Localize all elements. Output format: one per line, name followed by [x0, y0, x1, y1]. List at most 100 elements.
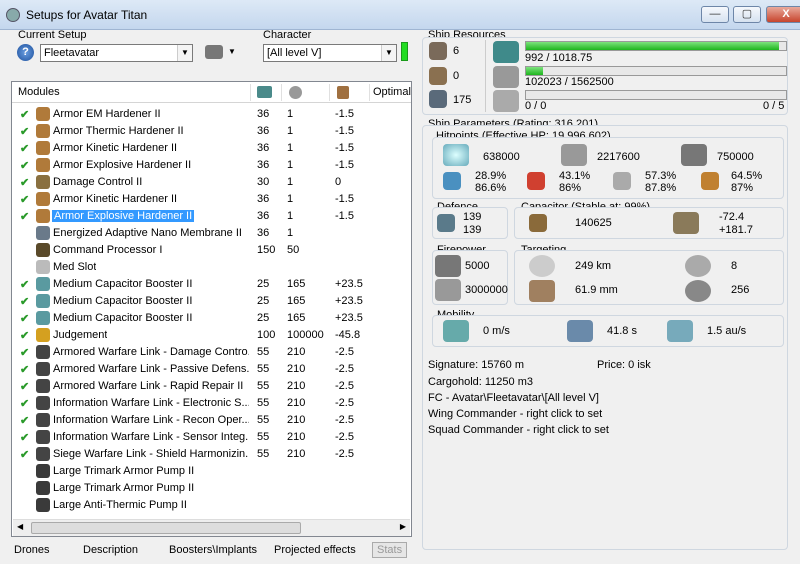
- module-row[interactable]: Command Processor I 150 50: [12, 242, 411, 259]
- module-row[interactable]: Large Trimark Armor Pump II: [12, 480, 411, 497]
- scrollbar-thumb[interactable]: [31, 522, 301, 534]
- tab-description[interactable]: Description: [83, 544, 138, 556]
- module-row[interactable]: Large Trimark Armor Pump II: [12, 463, 411, 480]
- active-check-icon[interactable]: ✔: [20, 448, 29, 461]
- module-powergrid: 1: [287, 125, 294, 137]
- fleet-commander-text[interactable]: FC - Avatar\Fleetavatar\[All level V]: [428, 392, 599, 404]
- tab-boosters-implants[interactable]: Boosters\Implants: [169, 544, 257, 556]
- active-check-icon[interactable]: ✔: [20, 414, 29, 427]
- module-row[interactable]: ✔ Armor Explosive Hardener II 36 1 -1.5: [12, 208, 411, 225]
- module-icon: [36, 158, 50, 172]
- module-row[interactable]: ✔ Information Warfare Link - Recon Oper..…: [12, 412, 411, 429]
- scan-resolution-icon: [685, 280, 711, 302]
- module-capacitor: -2.5: [335, 397, 354, 409]
- module-name: Siege Warfare Link - Shield Harmonizin..…: [53, 448, 249, 460]
- tab-projected-effects[interactable]: Projected effects: [274, 544, 356, 556]
- module-icon: [36, 260, 50, 274]
- module-row[interactable]: Energized Adaptive Nano Membrane II 36 1: [12, 225, 411, 242]
- module-powergrid: 1: [287, 142, 294, 154]
- wing-commander-text[interactable]: Wing Commander - right click to set: [428, 408, 602, 420]
- module-row[interactable]: Large Anti-Thermic Pump II: [12, 497, 411, 514]
- shield-icon: [443, 144, 469, 166]
- active-check-icon[interactable]: ✔: [20, 278, 29, 291]
- align-time-icon: [567, 320, 593, 342]
- module-cpu: 36: [257, 227, 270, 239]
- dropdown-arrow-icon[interactable]: ▼: [228, 47, 236, 56]
- active-check-icon[interactable]: ✔: [20, 380, 29, 393]
- active-check-icon[interactable]: ✔: [20, 312, 29, 325]
- optimal-column-header[interactable]: Optimal: [373, 86, 411, 98]
- horizontal-scrollbar[interactable]: ◀ ▶: [13, 519, 410, 536]
- module-row[interactable]: ✔ Armor Explosive Hardener II 36 1 -1.5: [12, 157, 411, 174]
- module-name: Armored Warfare Link - Damage Contro...: [53, 346, 249, 358]
- module-powergrid: 50: [287, 244, 300, 256]
- module-row[interactable]: ✔ Armor Thermic Hardener II 36 1 -1.5: [12, 123, 411, 140]
- scroll-left-icon[interactable]: ◀: [17, 522, 23, 531]
- module-cpu: 55: [257, 414, 270, 426]
- modules-column-header[interactable]: Modules: [18, 86, 60, 98]
- turret-dps-icon: [435, 255, 461, 277]
- module-name: Med Slot: [53, 261, 97, 273]
- drone-bar: [525, 90, 787, 100]
- maximize-button[interactable]: ▢: [733, 6, 761, 23]
- module-capacitor: -1.5: [335, 142, 354, 154]
- active-check-icon[interactable]: ✔: [20, 159, 29, 172]
- module-row[interactable]: ✔ Siege Warfare Link - Shield Harmonizin.…: [12, 446, 411, 463]
- current-setup-label: Current Setup: [18, 29, 87, 41]
- capacitor-column-icon[interactable]: [337, 86, 349, 99]
- cpu-column-icon[interactable]: [257, 86, 272, 98]
- module-powergrid: 210: [287, 431, 306, 443]
- active-check-icon[interactable]: ✔: [20, 108, 29, 121]
- module-row[interactable]: ✔ Medium Capacitor Booster II 25 165 +23.5: [12, 293, 411, 310]
- active-check-icon[interactable]: ✔: [20, 431, 29, 444]
- module-cpu: 36: [257, 108, 270, 120]
- help-icon[interactable]: ?: [17, 44, 34, 61]
- module-row[interactable]: ✔ Judgement 100 100000 -45.8: [12, 327, 411, 344]
- active-check-icon[interactable]: ✔: [20, 210, 29, 223]
- module-powergrid: 210: [287, 346, 306, 358]
- scroll-right-icon[interactable]: ▶: [400, 522, 406, 531]
- thermal-resist-icon: [527, 172, 545, 190]
- module-icon: [36, 345, 50, 359]
- character-select[interactable]: [All level V] ▼: [263, 44, 397, 62]
- active-check-icon[interactable]: ✔: [20, 363, 29, 376]
- module-row[interactable]: ✔ Armored Warfare Link - Damage Contro...…: [12, 344, 411, 361]
- capacitor-recharge: +181.7: [719, 224, 753, 236]
- ship-resources-panel: 6 0 175 992 / 1018.75 102023 / 1562500 0…: [422, 37, 788, 115]
- module-row[interactable]: ✔ Damage Control II 30 1 0: [12, 174, 411, 191]
- active-check-icon[interactable]: ✔: [20, 295, 29, 308]
- tab-stats[interactable]: Stats: [372, 542, 408, 558]
- module-row[interactable]: ✔ Armor EM Hardener II 36 1 -1.5: [12, 106, 411, 123]
- active-check-icon[interactable]: ✔: [20, 193, 29, 206]
- modules-list[interactable]: Modules Optimal ✔ Armor EM Hardener II 36 1…: [11, 81, 412, 537]
- module-icon: [36, 277, 50, 291]
- module-row[interactable]: ✔ Medium Capacitor Booster II 25 165 +23.5: [12, 310, 411, 327]
- active-check-icon[interactable]: ✔: [20, 176, 29, 189]
- module-row[interactable]: Med Slot: [12, 259, 411, 276]
- module-icon: [36, 294, 50, 308]
- minimize-button[interactable]: —: [701, 6, 729, 23]
- ship-menu-icon[interactable]: [205, 45, 223, 59]
- close-button[interactable]: X: [766, 6, 800, 23]
- module-row[interactable]: ✔ Information Warfare Link - Electronic S…: [12, 395, 411, 412]
- active-check-icon[interactable]: ✔: [20, 125, 29, 138]
- powergrid-column-icon[interactable]: [289, 86, 302, 99]
- module-row[interactable]: ✔ Armored Warfare Link - Passive Defens..…: [12, 361, 411, 378]
- tab-drones[interactable]: Drones: [14, 544, 49, 556]
- module-row[interactable]: ✔ Medium Capacitor Booster II 25 165 +23.5: [12, 276, 411, 293]
- module-row[interactable]: ✔ Armored Warfare Link - Rapid Repair II 5…: [12, 378, 411, 395]
- squad-commander-text[interactable]: Squad Commander - right click to set: [428, 424, 609, 436]
- active-check-icon[interactable]: ✔: [20, 346, 29, 359]
- cargohold-text: Cargohold: 11250 m3: [428, 376, 533, 388]
- module-row[interactable]: ✔ Armor Kinetic Hardener II 36 1 -1.5: [12, 140, 411, 157]
- setup-select[interactable]: Fleetavatar ▼: [40, 44, 193, 62]
- module-row[interactable]: ✔ Armor Kinetic Hardener II 36 1 -1.5: [12, 191, 411, 208]
- active-check-icon[interactable]: ✔: [20, 142, 29, 155]
- module-row[interactable]: ✔ Information Warfare Link - Sensor Integ…: [12, 429, 411, 446]
- module-icon: [36, 141, 50, 155]
- active-check-icon[interactable]: ✔: [20, 329, 29, 342]
- active-check-icon[interactable]: ✔: [20, 397, 29, 410]
- armor-icon: [561, 144, 587, 166]
- module-capacitor: -2.5: [335, 380, 354, 392]
- signature-resolution: 61.9 mm: [575, 284, 618, 296]
